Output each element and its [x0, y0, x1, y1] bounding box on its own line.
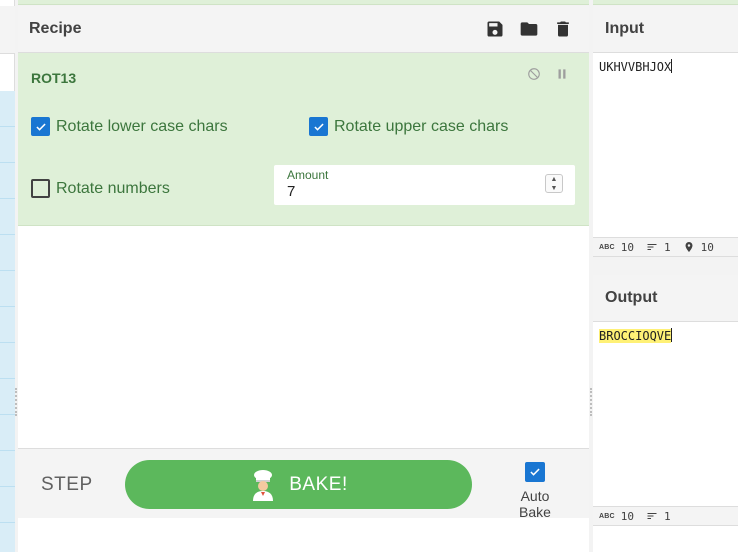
list-item[interactable]	[0, 91, 15, 127]
trash-icon[interactable]	[552, 18, 574, 40]
abc-icon: ABC	[599, 512, 615, 520]
abc-icon: ABC	[599, 243, 615, 251]
output-text: BROCCIOQVE	[599, 329, 672, 343]
list-item[interactable]	[0, 271, 15, 307]
list-item[interactable]	[0, 415, 15, 451]
list-item[interactable]	[0, 199, 15, 235]
output-length: 10	[620, 509, 635, 523]
lines-icon	[647, 513, 657, 519]
location-pin-icon	[685, 242, 693, 252]
input-textarea[interactable]: UKHVVBHJOX	[593, 53, 738, 237]
rotate-numbers-label: Rotate numbers	[56, 179, 170, 197]
operations-pane-edge	[0, 0, 15, 552]
operations-header-edge	[0, 6, 15, 54]
operation-controls	[527, 67, 569, 81]
output-title: Output	[593, 275, 738, 322]
favourites-list-edge[interactable]	[0, 91, 15, 552]
gutter-handle[interactable]	[590, 388, 592, 416]
rotate-upper-label: Rotate upper case chars	[334, 117, 509, 135]
list-item[interactable]	[0, 379, 15, 415]
bake-button[interactable]: BAKE!	[125, 460, 472, 509]
cyberchef-window: Recipe ROT13 Rotate lower case chars Rot…	[0, 0, 738, 552]
list-item[interactable]	[0, 127, 15, 163]
io-pane: Input UKHVVBHJOX ABC 10 1 10 Output BROC…	[593, 6, 738, 552]
chevron-up-icon[interactable]: ▲	[551, 176, 558, 183]
bake-bar: STEP BAKE! Auto Bake	[18, 448, 589, 520]
step-button[interactable]: STEP	[41, 474, 93, 496]
amount-stepper[interactable]: ▲ ▼	[545, 174, 563, 193]
save-icon[interactable]	[484, 18, 506, 40]
disable-icon[interactable]	[527, 67, 541, 81]
amount-field[interactable]: Amount 7 ▲ ▼	[274, 165, 575, 205]
rotate-upper-checkbox[interactable]: Rotate upper case chars	[309, 117, 508, 136]
chef-icon	[253, 469, 274, 501]
bake-label: BAKE!	[289, 473, 348, 495]
list-item[interactable]	[0, 235, 15, 271]
rotate-lower-label: Rotate lower case chars	[56, 117, 228, 135]
output-lines: 1	[664, 509, 671, 523]
gutter-handle[interactable]	[15, 388, 17, 416]
rotate-lower-checkbox[interactable]: Rotate lower case chars	[31, 117, 228, 136]
position-stat: 10	[683, 241, 714, 254]
checkbox-unchecked[interactable]	[31, 179, 50, 198]
output-textarea[interactable]: BROCCIOQVE	[593, 322, 738, 506]
lines-icon	[647, 244, 657, 250]
output-status-bar: ABC 10 1	[593, 506, 738, 526]
operation-name: ROT13	[31, 70, 77, 86]
checkbox-checked[interactable]	[525, 462, 545, 482]
folder-icon[interactable]	[518, 18, 540, 40]
recipe-pane: Recipe ROT13 Rotate lower case chars Rot…	[18, 6, 589, 552]
input-position: 10	[700, 240, 714, 254]
recipe-header: Recipe	[18, 6, 589, 53]
recipe-title: Recipe	[29, 20, 82, 37]
checkbox-checked[interactable]	[309, 117, 328, 136]
top-strip	[0, 0, 738, 5]
amount-label: Amount	[287, 168, 329, 182]
text-caret	[671, 59, 673, 73]
recipe-actions	[484, 18, 574, 40]
io-separator	[593, 257, 738, 275]
checkbox-checked[interactable]	[31, 117, 50, 136]
input-status-bar: ABC 10 1 10	[593, 237, 738, 257]
input-title: Input	[593, 6, 738, 53]
text-caret	[671, 328, 673, 342]
input-length: 10	[620, 240, 635, 254]
rotate-numbers-checkbox[interactable]: Rotate numbers	[31, 179, 170, 198]
amount-input[interactable]: 7	[287, 183, 295, 200]
input-text: UKHVVBHJOX	[599, 60, 672, 74]
chevron-down-icon[interactable]: ▼	[551, 185, 558, 192]
list-item[interactable]	[0, 307, 15, 343]
list-item[interactable]	[0, 163, 15, 199]
pause-icon[interactable]	[555, 67, 569, 81]
list-item[interactable]	[0, 343, 15, 379]
list-item[interactable]	[0, 451, 15, 487]
length-stat: ABC 10	[599, 510, 634, 523]
auto-bake-toggle[interactable]: Auto Bake	[503, 462, 567, 520]
list-item[interactable]	[0, 487, 15, 523]
input-lines: 1	[664, 240, 671, 254]
lines-stat: 1	[646, 241, 671, 254]
lines-stat: 1	[646, 510, 671, 523]
length-stat: ABC 10	[599, 241, 634, 254]
auto-bake-label: Auto Bake	[519, 488, 551, 520]
operation-rot13[interactable]: ROT13 Rotate lower case chars Rotate upp…	[18, 53, 589, 226]
list-item[interactable]	[0, 523, 15, 552]
